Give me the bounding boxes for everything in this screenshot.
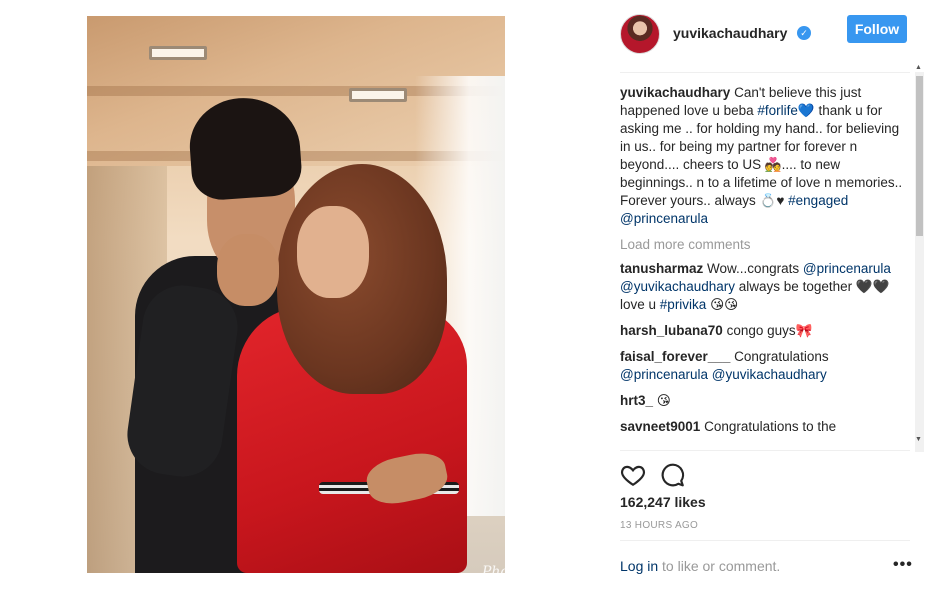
post-header: yuvikachaudhary ✓ Follow [620, 12, 910, 56]
caption-mention[interactable]: @princenarula [620, 211, 708, 226]
list-item: harsh_lubana70 congo guys🎀 [620, 322, 910, 340]
comment-text: Wow...congrats [707, 261, 800, 276]
comments-scrollbar[interactable]: ▲ ▼ [915, 64, 924, 452]
caption-text: Forever yours.. always [620, 193, 756, 208]
photo-watermark: PhotoGrid [482, 564, 505, 573]
comment-text: Congratulations [734, 349, 829, 364]
ceiling-light [349, 88, 407, 102]
comment-mention[interactable]: @yuvikachaudhary [620, 279, 735, 294]
heart-icon[interactable] [620, 462, 646, 488]
comment-mention[interactable]: @princenarula [803, 261, 891, 276]
caption-emoji: 💙 [797, 103, 815, 118]
list-item: hrt3_ 😘 [620, 392, 910, 410]
header-divider [620, 72, 910, 73]
scroll-down-icon[interactable]: ▼ [915, 436, 922, 443]
login-prompt: Log in to like or comment. [620, 558, 910, 574]
actions-divider [620, 450, 910, 451]
comments-list[interactable]: yuvikachaudhary Can't believe this just … [620, 84, 910, 450]
post-sidebar: yuvikachaudhary ✓ Follow yuvikachaudhary… [605, 0, 925, 596]
comment-icon[interactable] [660, 462, 686, 488]
caption-username[interactable]: yuvikachaudhary [620, 85, 730, 100]
woman-face [297, 206, 369, 298]
comment-username[interactable]: faisal_forever___ [620, 349, 730, 364]
header-username[interactable]: yuvikachaudhary [673, 25, 787, 41]
comment-mention[interactable]: @princenarula [620, 367, 708, 382]
comment-text: love u [620, 297, 657, 312]
scroll-up-icon[interactable]: ▲ [915, 64, 922, 71]
follow-button[interactable]: Follow [847, 15, 907, 43]
post-photo[interactable]: PhotoGrid [87, 16, 505, 573]
ceiling-light [149, 46, 207, 60]
comment-username[interactable]: hrt3_ [620, 393, 653, 408]
list-item: faisal_forever___ Congratulations @princ… [620, 348, 910, 384]
more-options-icon[interactable]: ••• [893, 556, 913, 574]
load-more-comments-button[interactable]: Load more comments [620, 236, 910, 254]
caption-emoji: 💍♥ [759, 193, 785, 208]
comment-emoji: 😘 [656, 393, 671, 408]
post-actions [620, 462, 740, 488]
list-item: tanusharmaz Wow...congrats @princenarula… [620, 260, 910, 314]
login-text: to like or comment. [662, 558, 781, 574]
comment-username[interactable]: tanusharmaz [620, 261, 703, 276]
man-hand-kiss [217, 234, 279, 306]
login-divider [620, 540, 910, 541]
list-item: savneet9001 Congratulations to the [620, 418, 910, 436]
comment-emoji: 🖤🖤 [855, 279, 890, 294]
caption-hashtag-forlife[interactable]: #forlife [757, 103, 798, 118]
likes-count[interactable]: 162,247 likes [620, 494, 706, 510]
comment-username[interactable]: harsh_lubana70 [620, 323, 723, 338]
comment-username[interactable]: savneet9001 [620, 419, 700, 434]
login-link[interactable]: Log in [620, 558, 658, 574]
caption: yuvikachaudhary Can't believe this just … [620, 84, 910, 228]
scrollbar-thumb[interactable] [916, 76, 923, 236]
comment-emoji: 🎀 [795, 323, 813, 338]
comment-emoji: 😘😘 [710, 297, 739, 312]
caption-emoji: 💑 [764, 157, 782, 172]
comment-mention[interactable]: @yuvikachaudhary [712, 367, 827, 382]
comment-hashtag[interactable]: #privika [660, 297, 707, 312]
comment-text: always be together [738, 279, 853, 294]
verified-badge-icon: ✓ [797, 26, 811, 40]
avatar[interactable] [620, 14, 660, 54]
comment-text: congo guys [726, 323, 796, 338]
caption-hashtag-engaged[interactable]: #engaged [788, 193, 848, 208]
post-timestamp[interactable]: 13 HOURS AGO [620, 520, 698, 531]
comment-text: Congratulations to the [704, 419, 837, 434]
